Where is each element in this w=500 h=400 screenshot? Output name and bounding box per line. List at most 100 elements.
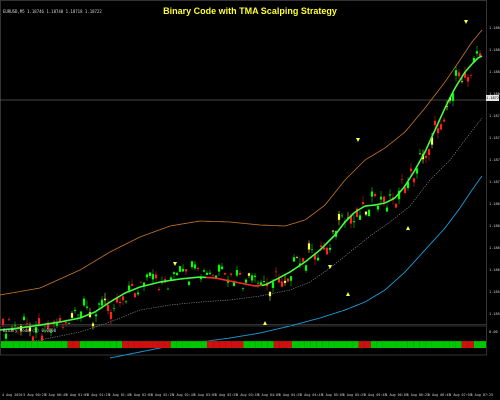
histogram-bar (152, 341, 159, 348)
tma-mid-segment (265, 282, 269, 286)
histogram-bar (176, 341, 183, 348)
histogram-bar (352, 341, 359, 348)
histogram-bar (231, 341, 238, 348)
histogram-bar (182, 341, 189, 348)
candle-body (457, 72, 461, 77)
tma-mid-segment (391, 197, 395, 201)
tma-mid-segment (311, 254, 315, 258)
price-label: 1.18770 (489, 136, 500, 140)
price-label: 1.18620 (489, 268, 500, 272)
tma-mid-segment (385, 200, 389, 204)
price-chart[interactable] (0, 0, 500, 400)
histogram-bar (91, 341, 98, 348)
signal-arrow (263, 321, 267, 325)
candle-body (244, 279, 248, 283)
histogram-bar (134, 341, 141, 348)
tma-mid-segment (477, 56, 481, 59)
tma-mid-segment (363, 205, 367, 208)
time-label: 5 Aug 02:25 (151, 393, 174, 397)
tma-mid-segment (325, 241, 329, 245)
tma-mid-segment (277, 276, 281, 280)
histogram-bar (419, 341, 426, 348)
histogram-bar (158, 341, 165, 348)
histogram-bar (273, 341, 280, 348)
tma-mid-segment (399, 189, 403, 193)
tma-mid-segment (407, 177, 411, 182)
price-label: 1.18870 (489, 48, 500, 52)
candle-body (295, 257, 299, 258)
main-pane-frame (0, 0, 487, 325)
tma-mid-segment (309, 255, 313, 259)
chart-window[interactable]: EURUSD,M5 1.18746 1.18748 1.18718 1.1872… (0, 0, 500, 400)
tma-mid-segment (417, 160, 421, 165)
candle-body (175, 272, 179, 276)
histogram-bar (25, 341, 32, 348)
tma-mid-segment (139, 285, 143, 288)
tma-mid-segment (319, 247, 323, 251)
tma-mid-segment (301, 262, 305, 265)
tma-mid-segment (151, 282, 155, 285)
histogram-bar (31, 341, 38, 348)
price-label: 1.18720 (489, 180, 500, 184)
histogram-bar (461, 341, 468, 348)
time-label: 5 Aug 04:05 (257, 393, 281, 397)
candle-body (73, 309, 77, 311)
candle-body (145, 274, 149, 278)
tma-mid-segment (93, 310, 97, 314)
histogram-bar (443, 341, 450, 348)
histogram-bar (1, 341, 8, 348)
candle-body (364, 211, 368, 215)
tma-mid-segment (87, 313, 91, 316)
histogram-bar (170, 341, 177, 348)
tma-mid-segment (117, 295, 121, 298)
tma-mid-segment (471, 61, 475, 65)
candle-body (382, 196, 386, 203)
candle-body (211, 274, 215, 276)
tma-mid-segment (401, 186, 405, 191)
time-label: 5 Aug 01:05 (65, 393, 89, 397)
candle-body (433, 120, 437, 126)
tma-mid-segment (389, 198, 393, 202)
tma-mid-segment (469, 63, 473, 67)
candle-body (205, 272, 209, 276)
candle-body (283, 280, 287, 283)
candle-body (94, 314, 98, 317)
time-label: 5 Aug 00:25 (23, 393, 46, 397)
histogram-bar (116, 341, 123, 348)
tma-mid-segment (121, 292, 125, 296)
tma-mid-segment (123, 291, 127, 295)
tma-mid-segment (89, 312, 93, 315)
price-label: 1.18795 (489, 114, 500, 118)
candle-body (151, 274, 155, 280)
tma-mid-segment (109, 300, 113, 303)
histogram-bar (455, 341, 462, 348)
tma-mid-segment (465, 68, 469, 72)
candle-body (361, 202, 365, 205)
candle-body (13, 325, 17, 326)
candle-body (187, 281, 191, 285)
tma-mid-segment (101, 305, 105, 308)
candle-body (190, 261, 194, 268)
tma-mid-segment (153, 282, 157, 285)
candle-body (229, 273, 233, 275)
tma-mid-segment (459, 76, 463, 81)
tma-mid-segment (79, 316, 83, 319)
histogram-bar (79, 341, 86, 348)
candle-body (82, 298, 86, 306)
tma-mid-segment (339, 225, 343, 229)
candle-body (292, 257, 296, 262)
candle-body (262, 281, 266, 282)
histogram-bar (128, 341, 135, 348)
candle-body (97, 303, 101, 305)
candle-body (64, 322, 68, 324)
tma-mid-segment (347, 216, 351, 220)
histogram-bar (207, 341, 214, 348)
tma-mid-segment (307, 257, 311, 261)
tma-mid-segment (131, 288, 135, 291)
signal-arrow (356, 138, 360, 142)
tma-mid-segment (359, 207, 363, 210)
candle-body (304, 265, 308, 271)
candle-body (124, 301, 128, 303)
candle-body (358, 215, 362, 220)
tma-mid-segment (455, 82, 459, 87)
